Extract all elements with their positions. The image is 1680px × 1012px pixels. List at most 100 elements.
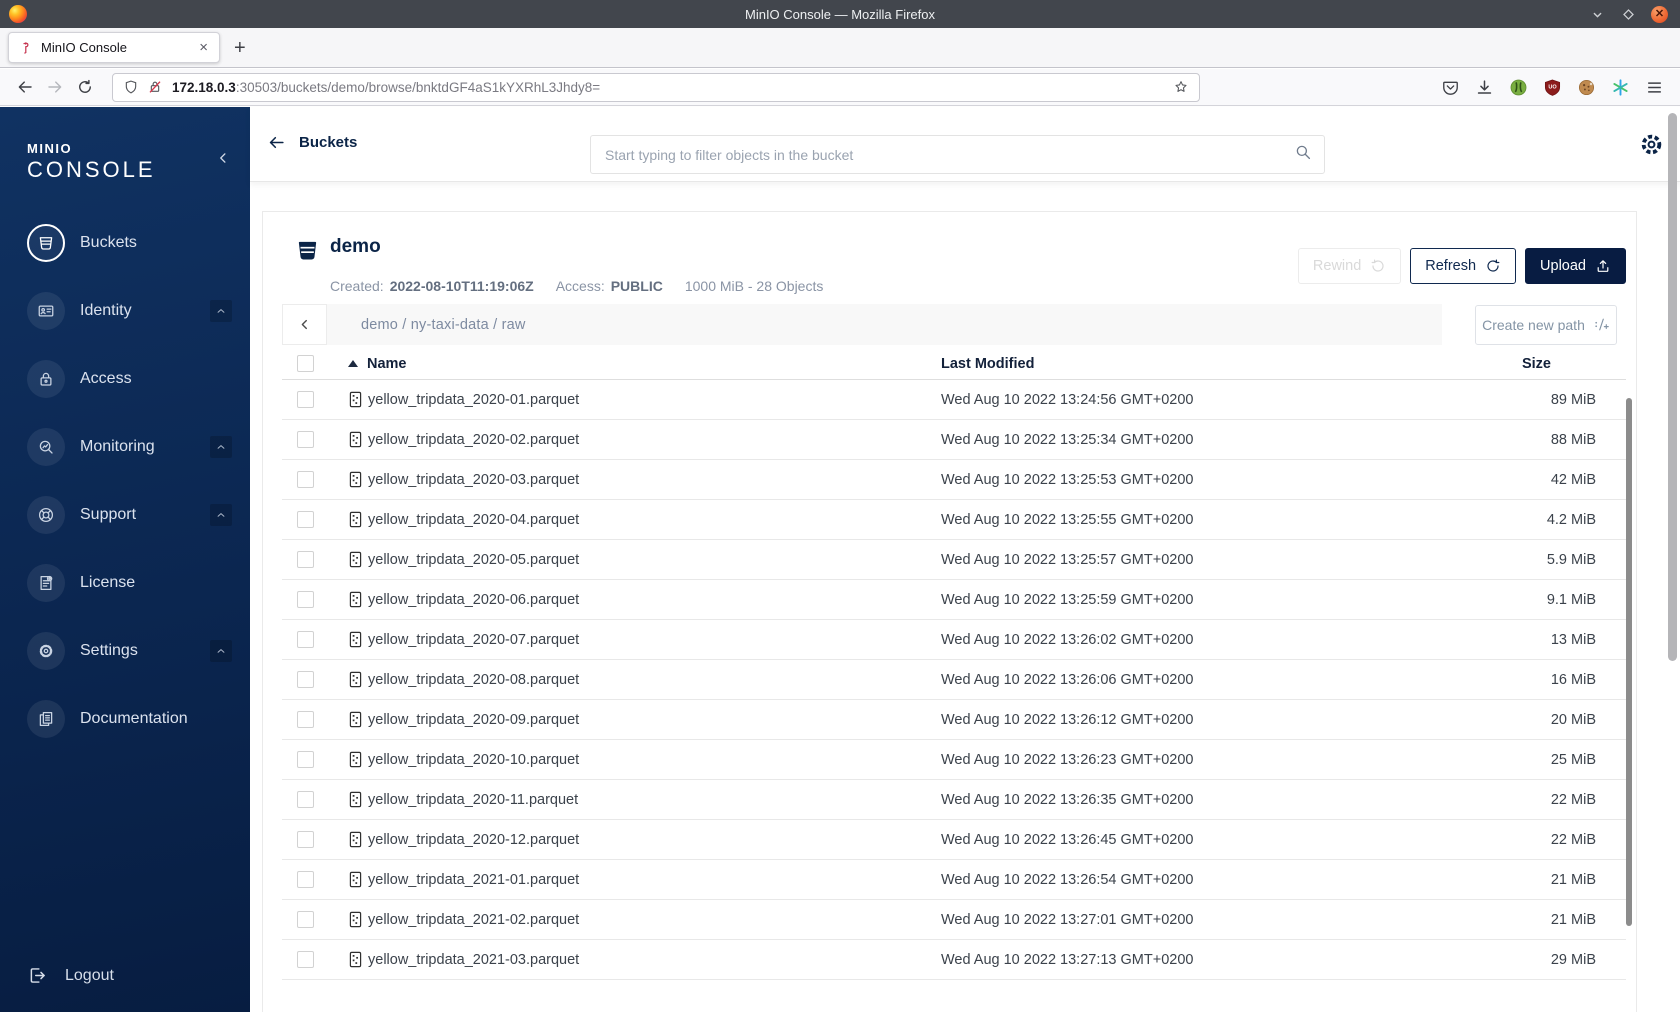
row-checkbox[interactable] bbox=[297, 751, 314, 768]
row-checkbox[interactable] bbox=[297, 711, 314, 728]
window-maximize-button[interactable] bbox=[1620, 6, 1637, 23]
chevron-up-icon[interactable] bbox=[210, 436, 232, 458]
row-checkbox[interactable] bbox=[297, 951, 314, 968]
row-checkbox[interactable] bbox=[297, 511, 314, 528]
object-name[interactable]: yellow_tripdata_2020-08.parquet bbox=[368, 672, 579, 688]
window-close-button[interactable]: ✕ bbox=[1651, 5, 1668, 23]
browser-tab[interactable]: MinIO Console × bbox=[8, 32, 220, 63]
column-header-name[interactable]: Name bbox=[367, 356, 407, 372]
row-checkbox[interactable] bbox=[297, 631, 314, 648]
row-checkbox[interactable] bbox=[297, 391, 314, 408]
create-new-path-button[interactable]: Create new path bbox=[1475, 304, 1617, 345]
pocket-icon[interactable] bbox=[1441, 78, 1460, 97]
object-name[interactable]: yellow_tripdata_2020-11.parquet bbox=[368, 792, 578, 808]
ublock-icon[interactable]: UO bbox=[1543, 78, 1562, 97]
row-checkbox[interactable] bbox=[297, 911, 314, 928]
object-name[interactable]: yellow_tripdata_2020-07.parquet bbox=[368, 632, 579, 648]
table-row[interactable]: yellow_tripdata_2020-10.parquet Wed Aug 1… bbox=[282, 740, 1626, 780]
object-name[interactable]: yellow_tripdata_2020-01.parquet bbox=[368, 392, 579, 408]
downloads-icon[interactable] bbox=[1475, 78, 1494, 97]
tab-close-icon[interactable]: × bbox=[196, 39, 211, 56]
upload-button[interactable]: Upload bbox=[1525, 248, 1626, 284]
sidebar-item-license[interactable]: License bbox=[0, 549, 250, 617]
sidebar-item-access[interactable]: Access bbox=[0, 345, 250, 413]
insecure-lock-icon[interactable] bbox=[147, 79, 163, 95]
table-row[interactable]: yellow_tripdata_2020-12.parquet Wed Aug 1… bbox=[282, 820, 1626, 860]
select-all-checkbox[interactable] bbox=[297, 355, 314, 372]
object-name[interactable]: yellow_tripdata_2021-03.parquet bbox=[368, 952, 579, 968]
table-row[interactable]: yellow_tripdata_2021-01.parquet Wed Aug 1… bbox=[282, 860, 1626, 900]
sidebar-item-settings[interactable]: Settings bbox=[0, 617, 250, 685]
object-browser-header: Buckets bbox=[250, 107, 1680, 182]
refresh-button[interactable]: Refresh bbox=[1410, 248, 1517, 284]
object-name[interactable]: yellow_tripdata_2020-04.parquet bbox=[368, 512, 579, 528]
row-checkbox[interactable] bbox=[297, 471, 314, 488]
table-header: Name Last Modified Size bbox=[282, 348, 1626, 380]
path-back-button[interactable] bbox=[282, 304, 327, 345]
table-row[interactable]: yellow_tripdata_2020-11.parquet Wed Aug 1… bbox=[282, 780, 1626, 820]
url-bar[interactable]: 172.18.0.3:30503/buckets/demo/browse/bnk… bbox=[112, 72, 1200, 102]
chevron-up-icon[interactable] bbox=[210, 640, 232, 662]
reload-button[interactable] bbox=[70, 78, 100, 96]
table-row[interactable]: yellow_tripdata_2020-02.parquet Wed Aug 1… bbox=[282, 420, 1626, 460]
sidebar-item-logout[interactable]: Logout bbox=[27, 965, 114, 986]
sort-ascending-icon[interactable] bbox=[348, 360, 358, 367]
table-scrollbar[interactable] bbox=[1626, 398, 1632, 926]
object-name[interactable]: yellow_tripdata_2020-09.parquet bbox=[368, 712, 579, 728]
sidebar-item-support[interactable]: Support bbox=[0, 481, 250, 549]
page-scrollbar[interactable] bbox=[1668, 113, 1677, 661]
object-name[interactable]: yellow_tripdata_2021-02.parquet bbox=[368, 912, 579, 928]
search-input[interactable] bbox=[605, 146, 1294, 163]
object-name[interactable]: yellow_tripdata_2020-06.parquet bbox=[368, 592, 579, 608]
sidebar-item-documentation[interactable]: Documentation bbox=[0, 685, 250, 753]
breadcrumb-path[interactable]: demo / ny-taxi-data / raw bbox=[361, 317, 526, 333]
sidebar-item-buckets[interactable]: Buckets bbox=[0, 209, 250, 277]
back-to-buckets-button[interactable]: Buckets bbox=[267, 133, 357, 152]
forward-button[interactable] bbox=[40, 78, 70, 96]
sidebar-collapse-icon[interactable] bbox=[214, 149, 232, 172]
new-tab-button[interactable]: + bbox=[234, 38, 246, 58]
row-checkbox[interactable] bbox=[297, 831, 314, 848]
row-checkbox[interactable] bbox=[297, 871, 314, 888]
object-name[interactable]: yellow_tripdata_2020-12.parquet bbox=[368, 832, 579, 848]
object-name[interactable]: yellow_tripdata_2020-02.parquet bbox=[368, 432, 579, 448]
rewind-button[interactable]: Rewind bbox=[1297, 248, 1402, 284]
row-checkbox[interactable] bbox=[297, 431, 314, 448]
row-checkbox[interactable] bbox=[297, 591, 314, 608]
tracking-shield-icon[interactable] bbox=[123, 79, 139, 95]
table-row[interactable]: yellow_tripdata_2020-01.parquet Wed Aug 1… bbox=[282, 380, 1626, 420]
asterisk-extension-icon[interactable] bbox=[1611, 78, 1630, 97]
row-checkbox[interactable] bbox=[297, 671, 314, 688]
chevron-up-icon[interactable] bbox=[210, 504, 232, 526]
table-row[interactable]: yellow_tripdata_2020-07.parquet Wed Aug 1… bbox=[282, 620, 1626, 660]
hamburger-menu-icon[interactable] bbox=[1645, 78, 1664, 97]
object-name[interactable]: yellow_tripdata_2021-01.parquet bbox=[368, 872, 579, 888]
privacy-badger-icon[interactable] bbox=[1509, 78, 1528, 97]
back-button[interactable] bbox=[10, 78, 40, 96]
object-name[interactable]: yellow_tripdata_2020-05.parquet bbox=[368, 552, 579, 568]
row-checkbox[interactable] bbox=[297, 791, 314, 808]
column-header-modified[interactable]: Last Modified bbox=[941, 356, 1341, 372]
table-row[interactable]: yellow_tripdata_2021-02.parquet Wed Aug 1… bbox=[282, 900, 1626, 940]
settings-gear-icon[interactable] bbox=[1638, 131, 1665, 163]
object-size: 4.2 MiB bbox=[1546, 511, 1596, 528]
window-minimize-button[interactable] bbox=[1589, 6, 1606, 23]
object-name[interactable]: yellow_tripdata_2020-03.parquet bbox=[368, 472, 579, 488]
table-row[interactable]: yellow_tripdata_2020-06.parquet Wed Aug 1… bbox=[282, 580, 1626, 620]
bookmark-star-icon[interactable] bbox=[1173, 79, 1189, 95]
table-row[interactable]: yellow_tripdata_2020-08.parquet Wed Aug 1… bbox=[282, 660, 1626, 700]
chevron-up-icon[interactable] bbox=[210, 300, 232, 322]
column-header-size[interactable]: Size bbox=[1341, 356, 1626, 372]
search-icon bbox=[1294, 143, 1312, 166]
table-row[interactable]: yellow_tripdata_2021-03.parquet Wed Aug 1… bbox=[282, 940, 1626, 980]
row-checkbox[interactable] bbox=[297, 551, 314, 568]
object-name[interactable]: yellow_tripdata_2020-10.parquet bbox=[368, 752, 579, 768]
sidebar-item-identity[interactable]: Identity bbox=[0, 277, 250, 345]
table-row[interactable]: yellow_tripdata_2020-04.parquet Wed Aug 1… bbox=[282, 500, 1626, 540]
table-row[interactable]: yellow_tripdata_2020-03.parquet Wed Aug 1… bbox=[282, 460, 1626, 500]
table-row[interactable]: yellow_tripdata_2020-09.parquet Wed Aug 1… bbox=[282, 700, 1626, 740]
object-size: 22 MiB bbox=[1550, 831, 1596, 848]
sidebar-item-monitoring[interactable]: Monitoring bbox=[0, 413, 250, 481]
table-row[interactable]: yellow_tripdata_2020-05.parquet Wed Aug 1… bbox=[282, 540, 1626, 580]
cookie-icon[interactable] bbox=[1577, 78, 1596, 97]
